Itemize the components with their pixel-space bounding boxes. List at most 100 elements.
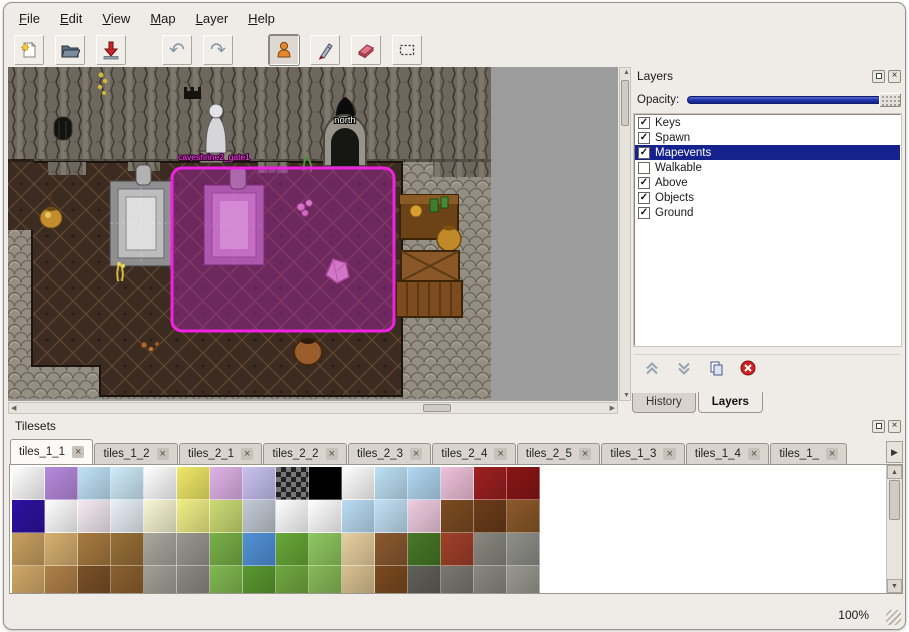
- tile[interactable]: [342, 467, 375, 500]
- layer-visibility-checkbox[interactable]: ✓: [638, 117, 650, 129]
- tile[interactable]: [309, 467, 342, 500]
- tile[interactable]: [375, 566, 408, 594]
- tile[interactable]: [243, 467, 276, 500]
- tile[interactable]: [243, 500, 276, 533]
- select-tool-button[interactable]: [392, 35, 422, 65]
- duplicate-layer-button[interactable]: [706, 358, 726, 378]
- opacity-slider-handle[interactable]: [879, 93, 901, 107]
- tile[interactable]: [408, 533, 441, 566]
- scroll-right-icon[interactable]: ▶: [610, 404, 615, 412]
- layer-visibility-checkbox[interactable]: ✓: [638, 177, 650, 189]
- close-panel-icon[interactable]: ×: [888, 70, 901, 83]
- delete-layer-button[interactable]: [738, 358, 758, 378]
- tile[interactable]: [342, 533, 375, 566]
- tab-close-icon[interactable]: ×: [494, 448, 506, 460]
- opacity-slider[interactable]: [687, 93, 901, 107]
- layer-row-walkable[interactable]: Walkable: [635, 160, 900, 175]
- tileset-tab-tiles_1_3[interactable]: tiles_1_3×: [601, 443, 684, 464]
- tile[interactable]: [441, 566, 474, 594]
- tile[interactable]: [507, 467, 540, 500]
- tile[interactable]: [210, 566, 243, 594]
- tileset-grid[interactable]: [12, 467, 540, 594]
- layer-row-mapevents[interactable]: ✓Mapevents: [635, 145, 900, 160]
- tileset-vertical-scrollbar[interactable]: ▲ ▼: [886, 465, 902, 593]
- tile[interactable]: [507, 533, 540, 566]
- tile[interactable]: [276, 533, 309, 566]
- tile[interactable]: [375, 500, 408, 533]
- tileset-tab-tiles_2_3[interactable]: tiles_2_3×: [348, 443, 431, 464]
- tile[interactable]: [177, 467, 210, 500]
- tile[interactable]: [111, 566, 144, 594]
- tile[interactable]: [276, 566, 309, 594]
- tab-close-icon[interactable]: ×: [663, 448, 675, 460]
- scroll-left-icon[interactable]: ◀: [11, 404, 16, 412]
- tile[interactable]: [309, 500, 342, 533]
- tile[interactable]: [78, 467, 111, 500]
- tile[interactable]: [210, 467, 243, 500]
- layer-list[interactable]: ✓Keys ✓Spawn ✓Mapevents Walkable ✓Above …: [634, 114, 901, 346]
- float-panel-icon[interactable]: [872, 420, 885, 433]
- tile[interactable]: [210, 500, 243, 533]
- tileset-tab-tiles_2_2[interactable]: tiles_2_2×: [263, 443, 346, 464]
- tile[interactable]: [408, 467, 441, 500]
- menu-layer[interactable]: Layer: [187, 8, 238, 29]
- layer-visibility-checkbox[interactable]: ✓: [638, 207, 650, 219]
- tab-close-icon[interactable]: ×: [826, 448, 838, 460]
- tile[interactable]: [45, 566, 78, 594]
- tileset-tab-tiles_2_5[interactable]: tiles_2_5×: [517, 443, 600, 464]
- menu-map[interactable]: Map: [141, 8, 184, 29]
- tile[interactable]: [441, 533, 474, 566]
- tile[interactable]: [375, 467, 408, 500]
- map-horizontal-scrollbar[interactable]: ◀ ▶: [8, 402, 618, 414]
- tileset-tab-tiles_1_x[interactable]: tiles_1_×: [770, 443, 847, 464]
- stamp-tool-button[interactable]: [269, 35, 299, 65]
- tile[interactable]: [12, 500, 45, 533]
- tile[interactable]: [144, 533, 177, 566]
- layer-row-spawn[interactable]: ✓Spawn: [635, 130, 900, 145]
- new-file-button[interactable]: [14, 35, 44, 65]
- save-button[interactable]: [96, 35, 126, 65]
- tab-layers[interactable]: Layers: [698, 392, 763, 413]
- tile[interactable]: [474, 533, 507, 566]
- map-canvas[interactable]: north caveshrine2_gate1: [8, 67, 618, 401]
- tile[interactable]: [144, 500, 177, 533]
- tileset-tab-tiles_1_1[interactable]: tiles_1_1×: [10, 439, 93, 464]
- tab-close-icon[interactable]: ×: [326, 448, 338, 460]
- tab-close-icon[interactable]: ×: [579, 448, 591, 460]
- tile[interactable]: [441, 500, 474, 533]
- tile[interactable]: [243, 566, 276, 594]
- tile[interactable]: [441, 467, 474, 500]
- tile[interactable]: [111, 533, 144, 566]
- tile[interactable]: [45, 500, 78, 533]
- menu-help[interactable]: Help: [239, 8, 284, 29]
- tile[interactable]: [78, 500, 111, 533]
- tile[interactable]: [408, 566, 441, 594]
- tile[interactable]: [342, 566, 375, 594]
- menu-edit[interactable]: Edit: [51, 8, 91, 29]
- float-panel-icon[interactable]: [872, 70, 885, 83]
- layer-row-objects[interactable]: ✓Objects: [635, 190, 900, 205]
- opacity-slider-track[interactable]: [687, 96, 901, 104]
- menu-file[interactable]: File: [10, 8, 49, 29]
- layer-row-above[interactable]: ✓Above: [635, 175, 900, 190]
- close-panel-icon[interactable]: ×: [888, 420, 901, 433]
- tile[interactable]: [210, 533, 243, 566]
- tile[interactable]: [144, 566, 177, 594]
- map-vertical-scrollbar[interactable]: ▲ ▼: [619, 67, 631, 401]
- tile[interactable]: [474, 500, 507, 533]
- tab-close-icon[interactable]: ×: [410, 448, 422, 460]
- move-layer-up-button[interactable]: [642, 358, 662, 378]
- redo-button[interactable]: ↷: [203, 35, 233, 65]
- tileset-tab-tiles_1_2[interactable]: tiles_1_2×: [94, 443, 177, 464]
- tile[interactable]: [276, 500, 309, 533]
- tile[interactable]: [342, 500, 375, 533]
- scroll-down-icon[interactable]: ▼: [623, 392, 630, 399]
- layer-row-keys[interactable]: ✓Keys: [635, 115, 900, 130]
- tileset-vscroll-thumb[interactable]: [889, 480, 900, 520]
- tab-close-icon[interactable]: ×: [72, 446, 84, 458]
- tile[interactable]: [12, 467, 45, 500]
- tile[interactable]: [507, 500, 540, 533]
- scroll-up-icon[interactable]: ▲: [887, 465, 902, 479]
- tab-scroll-right-button[interactable]: ▶: [886, 441, 903, 463]
- tile[interactable]: [408, 500, 441, 533]
